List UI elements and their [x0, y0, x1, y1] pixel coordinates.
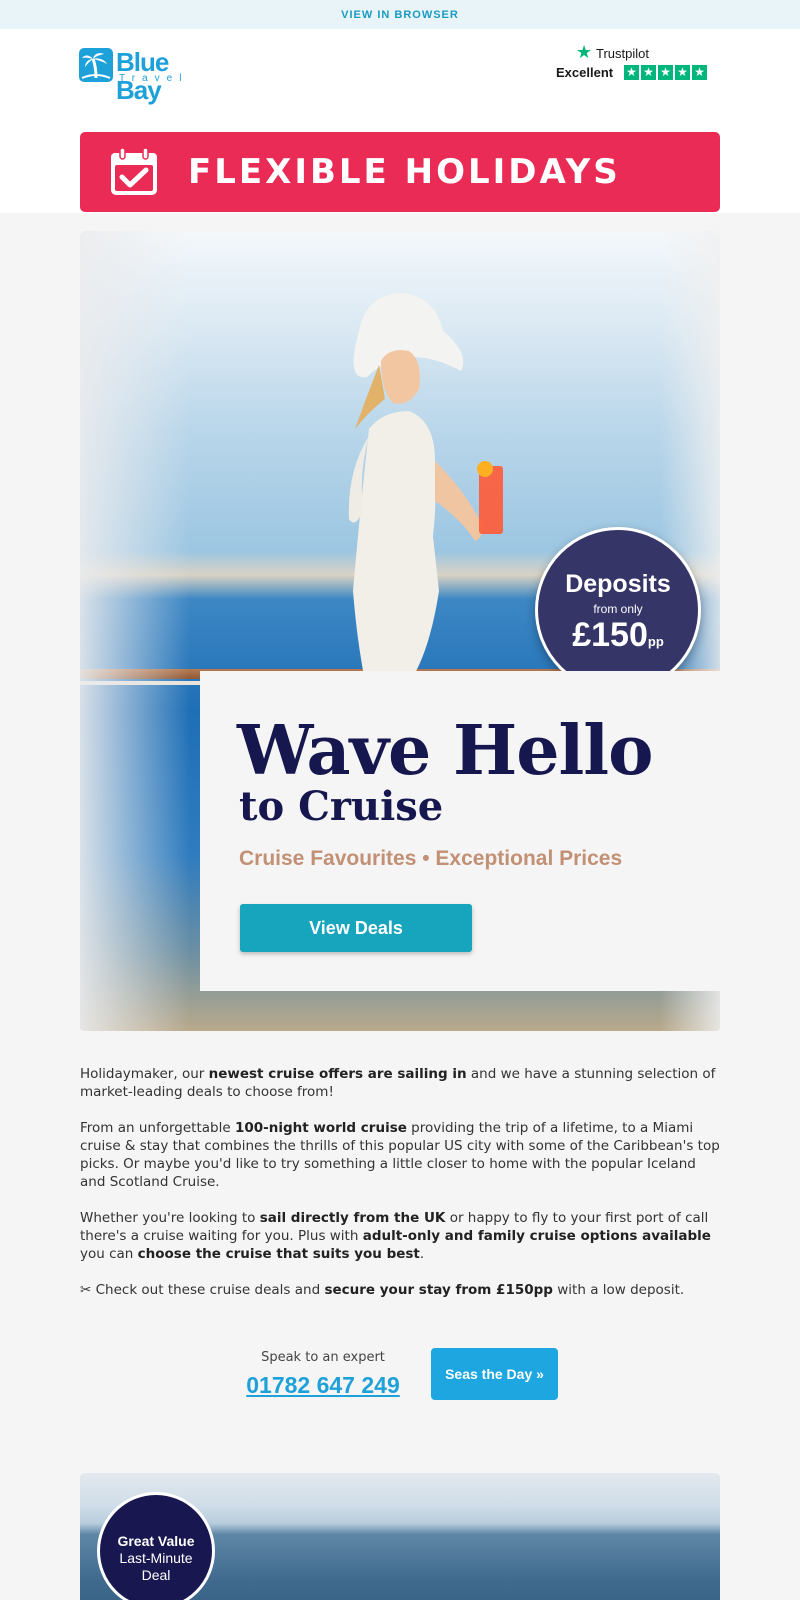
header: Blue Bay Travel ★ Trustpilot Excellent ★ … [0, 29, 800, 213]
deposit-unit: pp [647, 634, 664, 649]
trustpilot-widget[interactable]: ★ Trustpilot Excellent ★ ★ ★ ★ ★ [556, 42, 711, 85]
hero-card: Wave Hello to Cruise Cruise Favourites •… [200, 671, 720, 991]
topbar: VIEW IN BROWSER [0, 0, 800, 29]
star-icon: ★ [624, 65, 639, 80]
copy-paragraph-2: From an unforgettable 100-night world cr… [80, 1120, 720, 1190]
seas-the-day-button[interactable]: Seas the Day » [431, 1348, 558, 1400]
star-icon: ★ [658, 65, 673, 80]
hero-tagline: Cruise Favourites • Exceptional Prices [239, 847, 623, 870]
expert-contact: Speak to an expert 01782 647 249 [238, 1349, 408, 1399]
view-in-browser-link[interactable]: VIEW IN BROWSER [341, 0, 459, 30]
deposit-from: from only [593, 602, 643, 616]
flexible-holidays-banner[interactable]: FLEXIBLE HOLIDAYS [80, 132, 720, 212]
trustpilot-stars: ★ ★ ★ ★ ★ [624, 65, 707, 80]
deposit-title: Deposits [565, 570, 671, 598]
copy-paragraph-3: Whether you're looking to sail directly … [80, 1210, 711, 1262]
deposit-price-line: £150pp [538, 616, 698, 661]
deposit-price: £150 [572, 616, 648, 654]
phone-link[interactable]: 01782 647 249 [238, 1371, 408, 1399]
hero-subheadline: to Cruise [239, 783, 444, 830]
badge-line-2: Last-Minute [119, 1550, 193, 1566]
star-icon: ★ [675, 65, 690, 80]
view-deals-button[interactable]: View Deals [240, 904, 472, 952]
star-icon: ★ [641, 65, 656, 80]
body-copy: Holidaymaker, our newest cruise offers a… [80, 1065, 720, 1317]
palm-tree-icon [79, 48, 113, 82]
brand-logo[interactable]: Blue Bay Travel [79, 48, 214, 104]
trustpilot-brand: ★ Trustpilot [576, 42, 649, 62]
expert-label: Speak to an expert [261, 1350, 385, 1365]
deposit-badge: Deposits from only £150pp [535, 527, 701, 693]
badge-line-3: Deal [141, 1567, 171, 1583]
trustpilot-star-icon: ★ [576, 42, 593, 62]
banner-text: FLEXIBLE HOLIDAYS [188, 152, 621, 192]
great-value-badge: Great Value Last-Minute Deal [97, 1492, 215, 1600]
copy-paragraph-1: Holidaymaker, our newest cruise offers a… [80, 1066, 716, 1100]
copy-paragraph-4: ✂ Check out these cruise deals and secur… [80, 1282, 685, 1298]
hero-headline: Wave Hello [237, 711, 653, 791]
trustpilot-rating: Excellent [556, 65, 614, 80]
badge-line-1: Great Value [117, 1533, 195, 1549]
brand-sub: Travel [119, 73, 189, 84]
hero-glare [80, 231, 190, 1031]
star-icon: ★ [692, 65, 707, 80]
calendar-check-icon [108, 146, 160, 198]
